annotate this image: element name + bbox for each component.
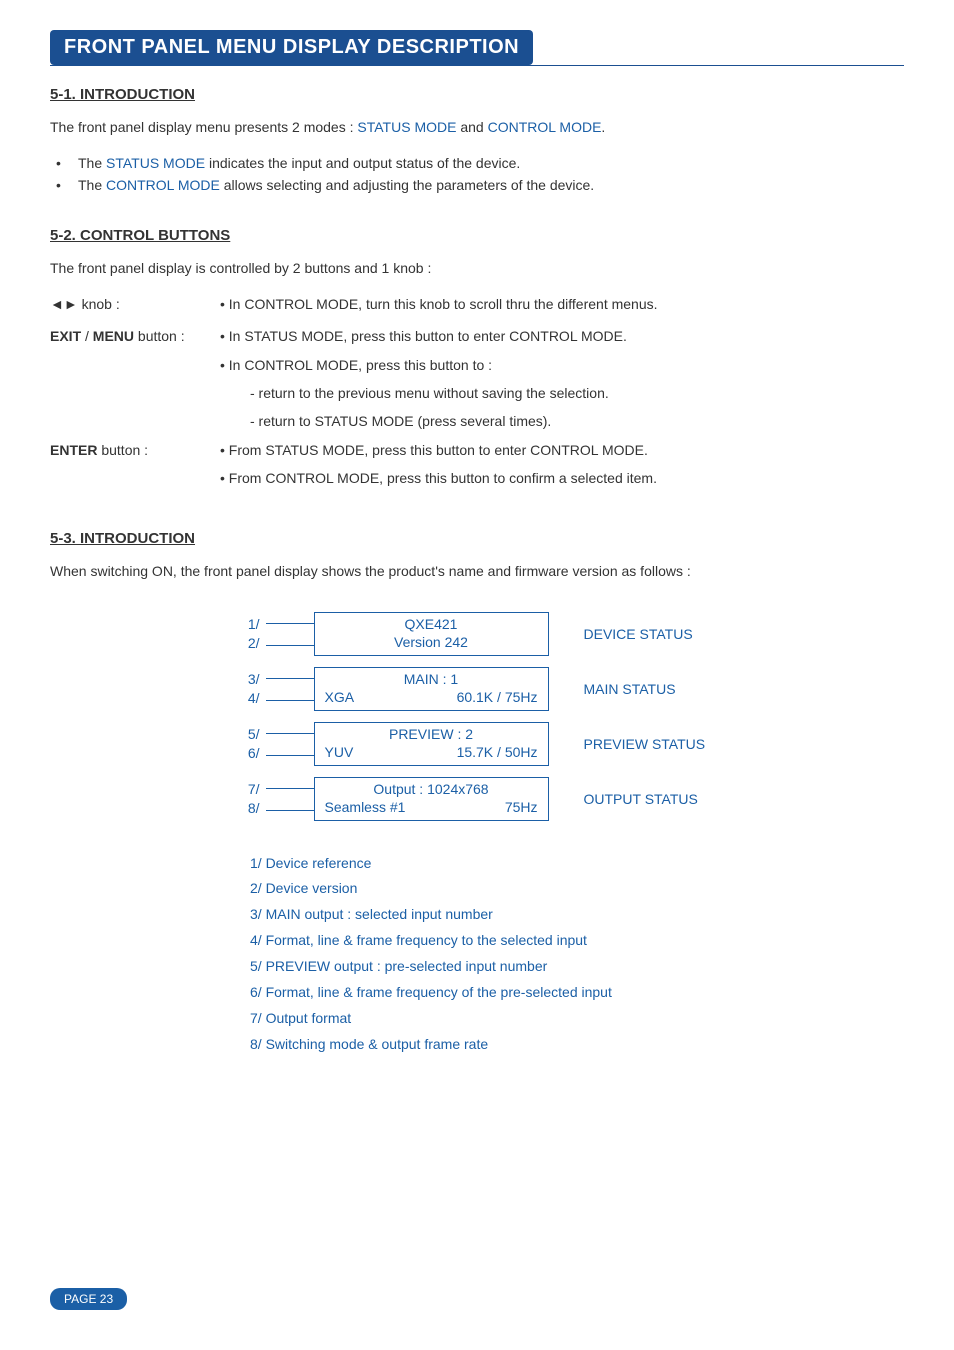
exitmenu-d4: - return to STATUS MODE (press several t… <box>220 410 904 432</box>
knob-label: ◄► knob : <box>50 293 220 315</box>
diagram-row3-lines <box>266 722 314 766</box>
device-status-label: DEVICE STATUS <box>549 626 729 642</box>
legend-4: 4/ Format, line & frame frequency to the… <box>250 928 904 954</box>
exitmenu-label-mid: / <box>81 328 93 344</box>
exitmenu-label-exit: EXIT <box>50 328 81 344</box>
diagram-num-7: 7/ <box>226 780 260 798</box>
preview-box-line1: PREVIEW : 2 <box>389 726 473 744</box>
exitmenu-label-menu: MENU <box>93 328 134 344</box>
diagram-num-1: 1/ <box>226 615 260 633</box>
exitmenu-spacer-2 <box>50 382 220 404</box>
row-exitmenu-2: • In CONTROL MODE, press this button to … <box>50 354 904 376</box>
main-box-line2a: XGA <box>325 689 355 707</box>
enter-d2: • From CONTROL MODE, press this button t… <box>220 467 904 489</box>
sec1-b2-pre: The <box>78 177 106 193</box>
sec1-b1-blue: STATUS MODE <box>106 155 205 171</box>
sec1-b2-post: allows selecting and adjusting the param… <box>220 177 594 193</box>
output-status-label: OUTPUT STATUS <box>549 791 729 807</box>
exitmenu-spacer-1 <box>50 354 220 376</box>
sec1-b2-blue: CONTROL MODE <box>106 177 220 193</box>
legend-2: 2/ Device version <box>250 876 904 902</box>
legend-5: 5/ PREVIEW output : pre-selected input n… <box>250 954 904 980</box>
diagram-num-3: 3/ <box>226 670 260 688</box>
exitmenu-label: EXIT / MENU button : <box>50 325 220 347</box>
row-knob: ◄► knob : • In CONTROL MODE, turn this k… <box>50 293 904 315</box>
exitmenu-d3: - return to the previous menu without sa… <box>220 382 904 404</box>
main-box-line2b: 60.1K / 75Hz <box>457 689 538 707</box>
exitmenu-d2: • In CONTROL MODE, press this button to … <box>220 354 904 376</box>
page-number-badge: PAGE 23 <box>50 1288 127 1310</box>
row-enter-2: • From CONTROL MODE, press this button t… <box>50 467 904 489</box>
exitmenu-spacer-3 <box>50 410 220 432</box>
section-title-banner: FRONT PANEL MENU DISPLAY DESCRIPTION <box>50 30 533 65</box>
legend-7: 7/ Output format <box>250 1006 904 1032</box>
diagram-row1-nums: 1/ 2/ <box>226 615 266 651</box>
diagram-row4-nums: 7/ 8/ <box>226 780 266 816</box>
diagram-legend: 1/ Device reference 2/ Device version 3/… <box>250 851 904 1058</box>
output-box-line1: Output : 1024x768 <box>373 781 488 799</box>
output-box-line2a: Seamless #1 <box>325 799 406 817</box>
banner-underline <box>50 65 904 66</box>
diagram-row-output: 7/ 8/ Output : 1024x768 Seamless #1 75Hz… <box>226 777 729 821</box>
enter-label-b: ENTER <box>50 442 97 458</box>
row-enter-1: ENTER button : • From STATUS MODE, press… <box>50 439 904 461</box>
diagram-num-8: 8/ <box>226 799 260 817</box>
diagram-num-4: 4/ <box>226 689 260 707</box>
diagram-row3-nums: 5/ 6/ <box>226 725 266 761</box>
sec1-b1-pre: The <box>78 155 106 171</box>
sec1-intro-post: . <box>601 119 605 135</box>
diagram-row2-lines <box>266 667 314 711</box>
row-exitmenu-4: - return to STATUS MODE (press several t… <box>50 410 904 432</box>
diagram-num-6: 6/ <box>226 744 260 762</box>
sec1-intro: The front panel display menu presents 2 … <box>50 117 904 138</box>
main-status-label: MAIN STATUS <box>549 681 729 697</box>
exitmenu-d1: • In STATUS MODE, press this button to e… <box>220 325 904 347</box>
sec1-intro-mid: and <box>456 119 487 135</box>
main-box-line1: MAIN : 1 <box>404 671 458 689</box>
diagram-row4-lines <box>266 777 314 821</box>
diagram-row1-lines <box>266 612 314 656</box>
sec1-bullet-1: The STATUS MODE indicates the input and … <box>50 152 904 174</box>
row-exitmenu-3: - return to the previous menu without sa… <box>50 382 904 404</box>
enter-spacer <box>50 467 220 489</box>
legend-6: 6/ Format, line & frame frequency of the… <box>250 980 904 1006</box>
sec1-bullets: The STATUS MODE indicates the input and … <box>50 152 904 197</box>
main-status-box: MAIN : 1 XGA 60.1K / 75Hz <box>314 667 549 711</box>
diagram-row-preview: 5/ 6/ PREVIEW : 2 YUV 15.7K / 50Hz PREVI… <box>226 722 729 766</box>
knob-desc: • In CONTROL MODE, turn this knob to scr… <box>220 293 904 315</box>
enter-label-post: button : <box>97 442 148 458</box>
heading-5-3: 5-3. INTRODUCTION <box>50 530 904 547</box>
preview-status-box: PREVIEW : 2 YUV 15.7K / 50Hz <box>314 722 549 766</box>
sec1-mode2: CONTROL MODE <box>488 119 602 135</box>
enter-label: ENTER button : <box>50 439 220 461</box>
sec1-mode1: STATUS MODE <box>357 119 456 135</box>
sec1-b1-post: indicates the input and output status of… <box>205 155 520 171</box>
device-box-line2: Version 242 <box>394 634 468 652</box>
sec2-intro: The front panel display is controlled by… <box>50 258 904 279</box>
heading-5-2: 5-2. CONTROL BUTTONS <box>50 227 904 244</box>
legend-8: 8/ Switching mode & output frame rate <box>250 1032 904 1058</box>
diagram-row2-nums: 3/ 4/ <box>226 670 266 706</box>
output-status-box: Output : 1024x768 Seamless #1 75Hz <box>314 777 549 821</box>
preview-box-line2a: YUV <box>325 744 354 762</box>
diagram-num-5: 5/ <box>226 725 260 743</box>
diagram-row-main: 3/ 4/ MAIN : 1 XGA 60.1K / 75Hz MAIN STA… <box>226 667 729 711</box>
legend-3: 3/ MAIN output : selected input number <box>250 902 904 928</box>
sec3-intro: When switching ON, the front panel displ… <box>50 561 904 582</box>
sec1-intro-pre: The front panel display menu presents 2 … <box>50 119 357 135</box>
legend-1: 1/ Device reference <box>250 851 904 877</box>
preview-box-line2b: 15.7K / 50Hz <box>457 744 538 762</box>
device-status-box: QXE421 Version 242 <box>314 612 549 656</box>
heading-5-1: 5-1. INTRODUCTION <box>50 86 904 103</box>
sec1-bullet-2: The CONTROL MODE allows selecting and ad… <box>50 174 904 196</box>
exitmenu-label-post: button : <box>134 328 185 344</box>
row-exitmenu-1: EXIT / MENU button : • In STATUS MODE, p… <box>50 325 904 347</box>
status-diagram: 1/ 2/ QXE421 Version 242 DEVICE STATUS 3… <box>50 612 904 821</box>
preview-status-label: PREVIEW STATUS <box>549 736 729 752</box>
enter-d1: • From STATUS MODE, press this button to… <box>220 439 904 461</box>
diagram-num-2: 2/ <box>226 634 260 652</box>
device-box-line1: QXE421 <box>405 616 458 634</box>
output-box-line2b: 75Hz <box>505 799 538 817</box>
diagram-row-device: 1/ 2/ QXE421 Version 242 DEVICE STATUS <box>226 612 729 656</box>
